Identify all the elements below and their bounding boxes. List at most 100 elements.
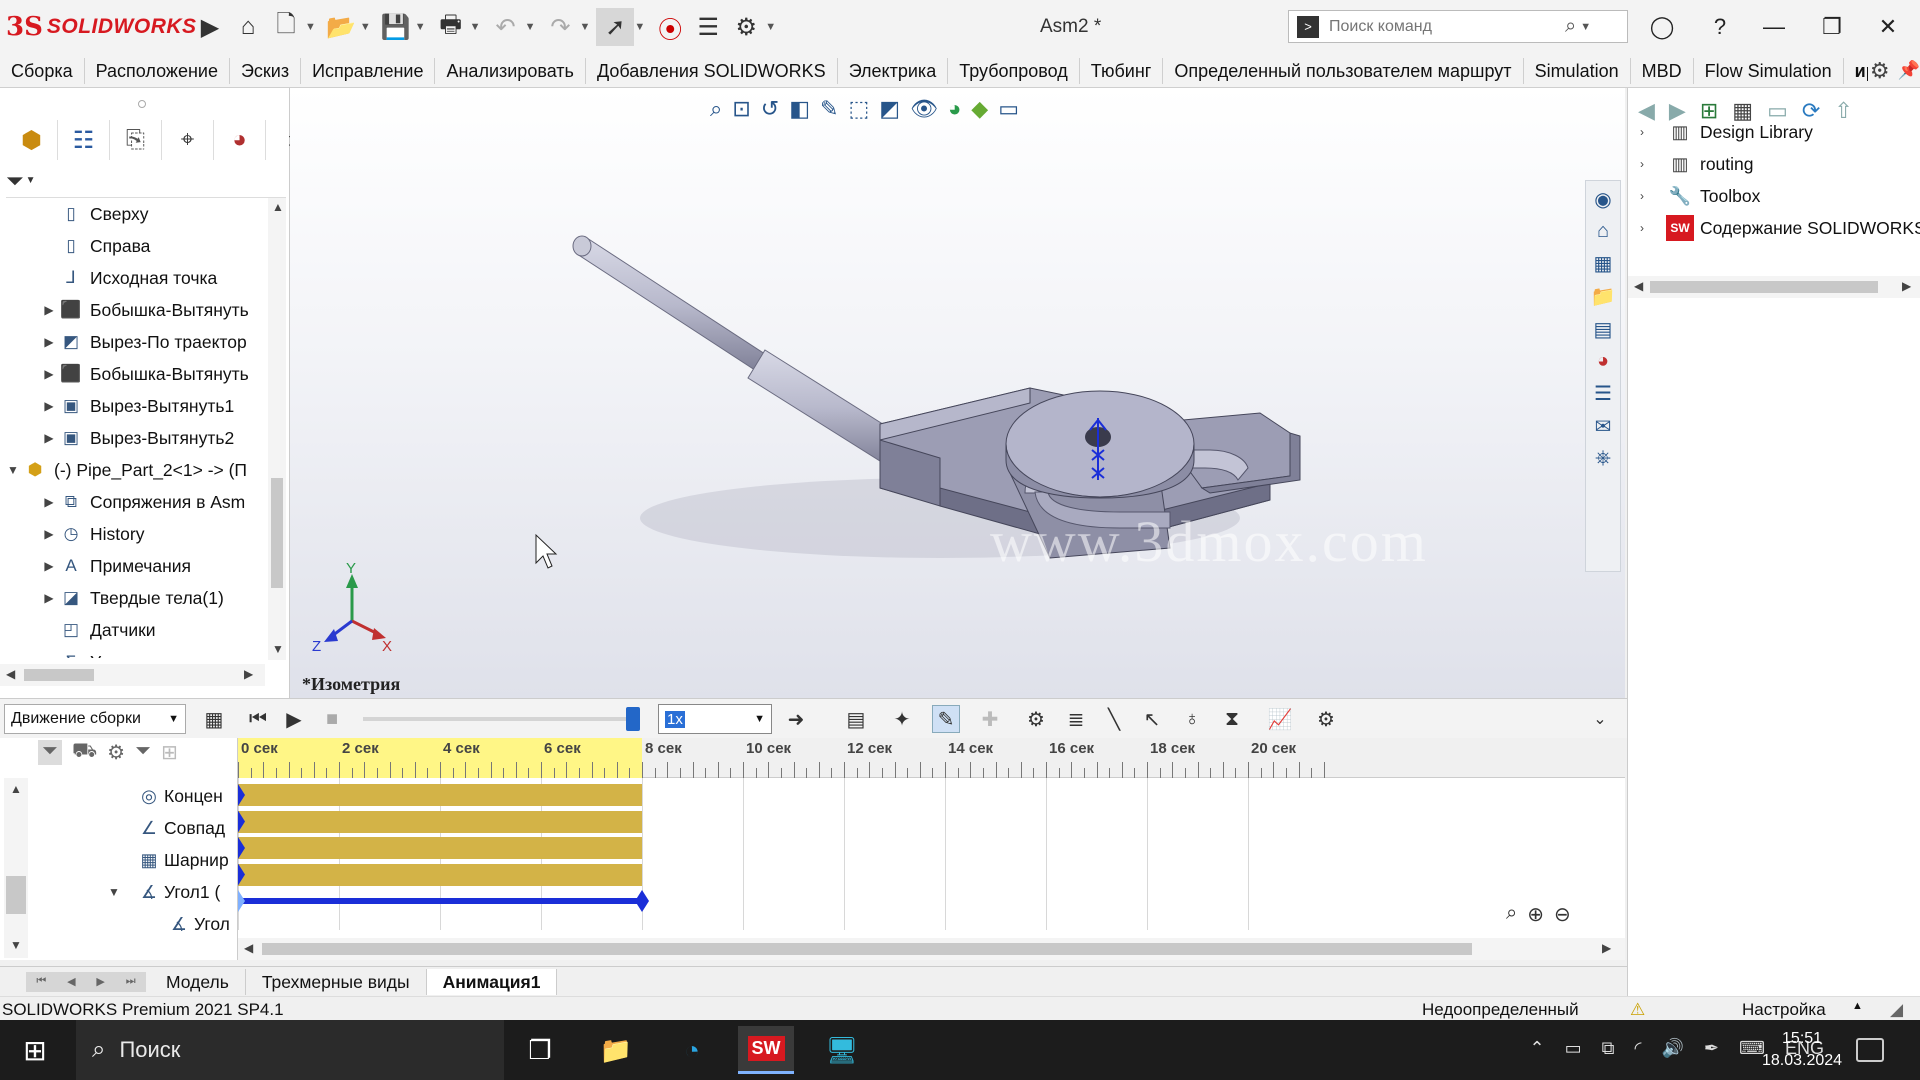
scroll-right-icon[interactable]: ▶ [1602,941,1611,955]
contact-icon[interactable]: ♁ [1178,705,1206,733]
play-icon[interactable]: ▶ [280,705,308,733]
add-key-icon[interactable]: ✚ [976,705,1004,733]
motion-tree-row[interactable]: ▼ ∡ Угол1 ( [0,876,238,908]
filter-driving-icon[interactable]: ⛟ [72,740,97,765]
last-tab-icon[interactable]: ⏭ [126,975,136,988]
tab-mbd[interactable]: MBD [1631,57,1694,84]
taskbar-search[interactable]: ⌕ Поиск [76,1020,504,1080]
play-from-start-icon[interactable]: ⏮ [244,705,272,733]
scroll-thumb[interactable] [24,669,94,681]
collapse-icon[interactable]: ▼ [4,463,22,477]
solidworks-logo[interactable]: 3S SOLIDWORKS [6,12,196,42]
redo-icon[interactable]: ↷ [541,8,579,46]
timeline[interactable]: 0 сек 2 сек 4 сек 6 сек 8 сек 10 сек 12 сек 14 … [238,738,1625,960]
keyframe-start[interactable] [238,890,245,912]
zoom-in-icon[interactable]: ⊕ [1527,902,1544,927]
tree-item[interactable]: ▯ Сверху [0,198,265,230]
expand-icon[interactable]: › [1640,221,1666,235]
animation-wizard-icon[interactable]: ✦ [888,705,916,733]
timeline-ruler[interactable]: 0 сек 2 сек 4 сек 6 сек 8 сек 10 сек 12 сек 14 … [238,738,1625,778]
task-view-icon[interactable]: ❐ [512,1026,568,1074]
print-icon[interactable]: 🖶 [432,8,470,46]
tree-item[interactable]: ▶ ◷ History [0,518,265,550]
motion-tree-row[interactable]: ∠ Совпад [0,812,238,844]
filter-results-icon[interactable]: ⏷ [135,740,151,765]
filter-animated-icon[interactable]: ⏷ [38,740,62,765]
save-icon[interactable]: 💾 [377,8,415,46]
chevron-down-icon[interactable]: ▼ [470,21,481,33]
remote-desktop-icon[interactable]: 🖥 [814,1026,870,1074]
tab-piping[interactable]: Трубопровод [948,57,1080,84]
search-icon[interactable]: ⌕ [1565,15,1576,38]
playback-slider-thumb[interactable] [626,707,640,731]
motion-tree-row[interactable]: ▦ Шарнир [0,844,238,876]
expand-icon[interactable]: › [1640,125,1666,139]
model-3d-view[interactable]: Y X Z [290,88,1625,698]
3dexperience-icon[interactable]: ⎈ [1595,447,1611,470]
tab-user-route[interactable]: Определенный пользователем маршрут [1163,57,1524,84]
view-palette-icon[interactable]: ▤ [1594,317,1613,342]
tree-item[interactable]: ▶ ◪ Твердые тела(1) [0,582,265,614]
tree-item[interactable]: ▶ ⧉ Сопряжения в Asm [0,486,265,518]
menu-expand-icon[interactable]: ▶ [191,8,229,46]
solidworks-resources-icon[interactable]: ◉ [1594,187,1611,212]
tab-simulation[interactable]: Simulation [1524,57,1631,84]
scroll-left-icon[interactable]: ◀ [1634,279,1643,293]
pin-icon[interactable]: 📌 [1898,60,1920,81]
library-item-design-library[interactable]: › ▥ Design Library [1640,118,1813,146]
tree-vertical-scrollbar[interactable]: ▲ ▼ [268,198,286,660]
pipe-rod[interactable] [572,235,906,467]
expand-icon[interactable]: ▶ [40,495,58,509]
expand-icon[interactable]: ▶ [40,527,58,541]
chevron-down-icon[interactable]: ▼ [305,21,316,33]
calculate-icon[interactable]: ▦ [200,705,228,733]
windows-start-icon[interactable]: ⊞ [16,1034,54,1066]
battery-icon[interactable]: ▭ [1565,1038,1582,1059]
autosize-icon[interactable]: ⊞ [161,740,178,765]
rebuild-warning-icon[interactable]: ⚠ [1630,1000,1645,1020]
tab-tubing[interactable]: Тюбинг [1080,57,1164,84]
tab-markup[interactable]: Исправление [301,57,436,84]
autokey-icon[interactable]: ✎ [932,705,960,733]
chevron-down-icon[interactable]: ▼ [360,21,371,33]
custom-properties-icon[interactable]: ☰ [1594,381,1612,406]
file-properties-icon[interactable]: ☰ [689,8,727,46]
display-icon[interactable]: ⧉ [1602,1038,1615,1059]
timeline-bar[interactable] [238,810,642,833]
expand-icon[interactable]: ▶ [40,431,58,445]
home-icon[interactable]: ⌂ [229,8,267,46]
tree-item[interactable]: ▶ ▣ Вырез-Вытянуть1 [0,390,265,422]
tab-sketch[interactable]: Эскиз [230,57,302,84]
open-folder-icon[interactable]: 📂 [322,8,360,46]
design-library-icon[interactable]: ▦ [1594,251,1613,276]
study-type-select[interactable]: Движение сборки ▼ [4,704,186,734]
expand-icon[interactable]: › [1640,189,1666,203]
bending-die-disc[interactable] [1005,390,1195,499]
motor-icon[interactable]: ⚙ [1022,705,1050,733]
feature-manager-icon[interactable]: ⬢ [6,120,58,160]
file-explorer-icon[interactable]: 📁 [1591,284,1616,309]
select-arrow-icon[interactable]: ➚ [596,8,635,46]
tab-addins[interactable]: Добавления SOLIDWORKS [586,57,838,84]
next-tab-icon[interactable]: ▶ [96,975,104,988]
new-document-icon[interactable]: 🗋 [267,8,305,46]
timeline-horizontal-scrollbar[interactable]: ◀ ▶ [238,938,1625,960]
scroll-thumb[interactable] [1650,281,1878,293]
tab-electrical[interactable]: Электрика [838,57,949,84]
previous-tab-icon[interactable]: ◀ [67,975,75,988]
volume-icon[interactable]: 🔊 [1661,1038,1683,1059]
chevron-down-icon[interactable]: ▼ [765,21,776,33]
expand-icon[interactable]: ▶ [40,591,58,605]
tab-assembly[interactable]: Сборка [0,57,85,84]
scroll-left-icon[interactable]: ◀ [6,667,15,681]
timeline-bar[interactable] [238,863,642,886]
results-plots-icon[interactable]: 📈 [1266,705,1294,733]
tree-item[interactable]: ◰ Датчики [0,614,265,646]
panel-grip[interactable] [138,100,146,108]
library-horizontal-scrollbar[interactable]: ◀ ▶ [1628,276,1920,298]
scroll-up-icon[interactable]: ▲ [272,200,284,214]
taskbar-clock[interactable]: 15:51 18.03.2024 [1762,1028,1842,1072]
chevron-down-icon[interactable]: ▼ [634,21,645,33]
design-library-home-icon[interactable]: ⌂ [1597,220,1609,243]
tree-item[interactable]: ▶ ▣ Вырез-Вытянуть2 [0,422,265,454]
